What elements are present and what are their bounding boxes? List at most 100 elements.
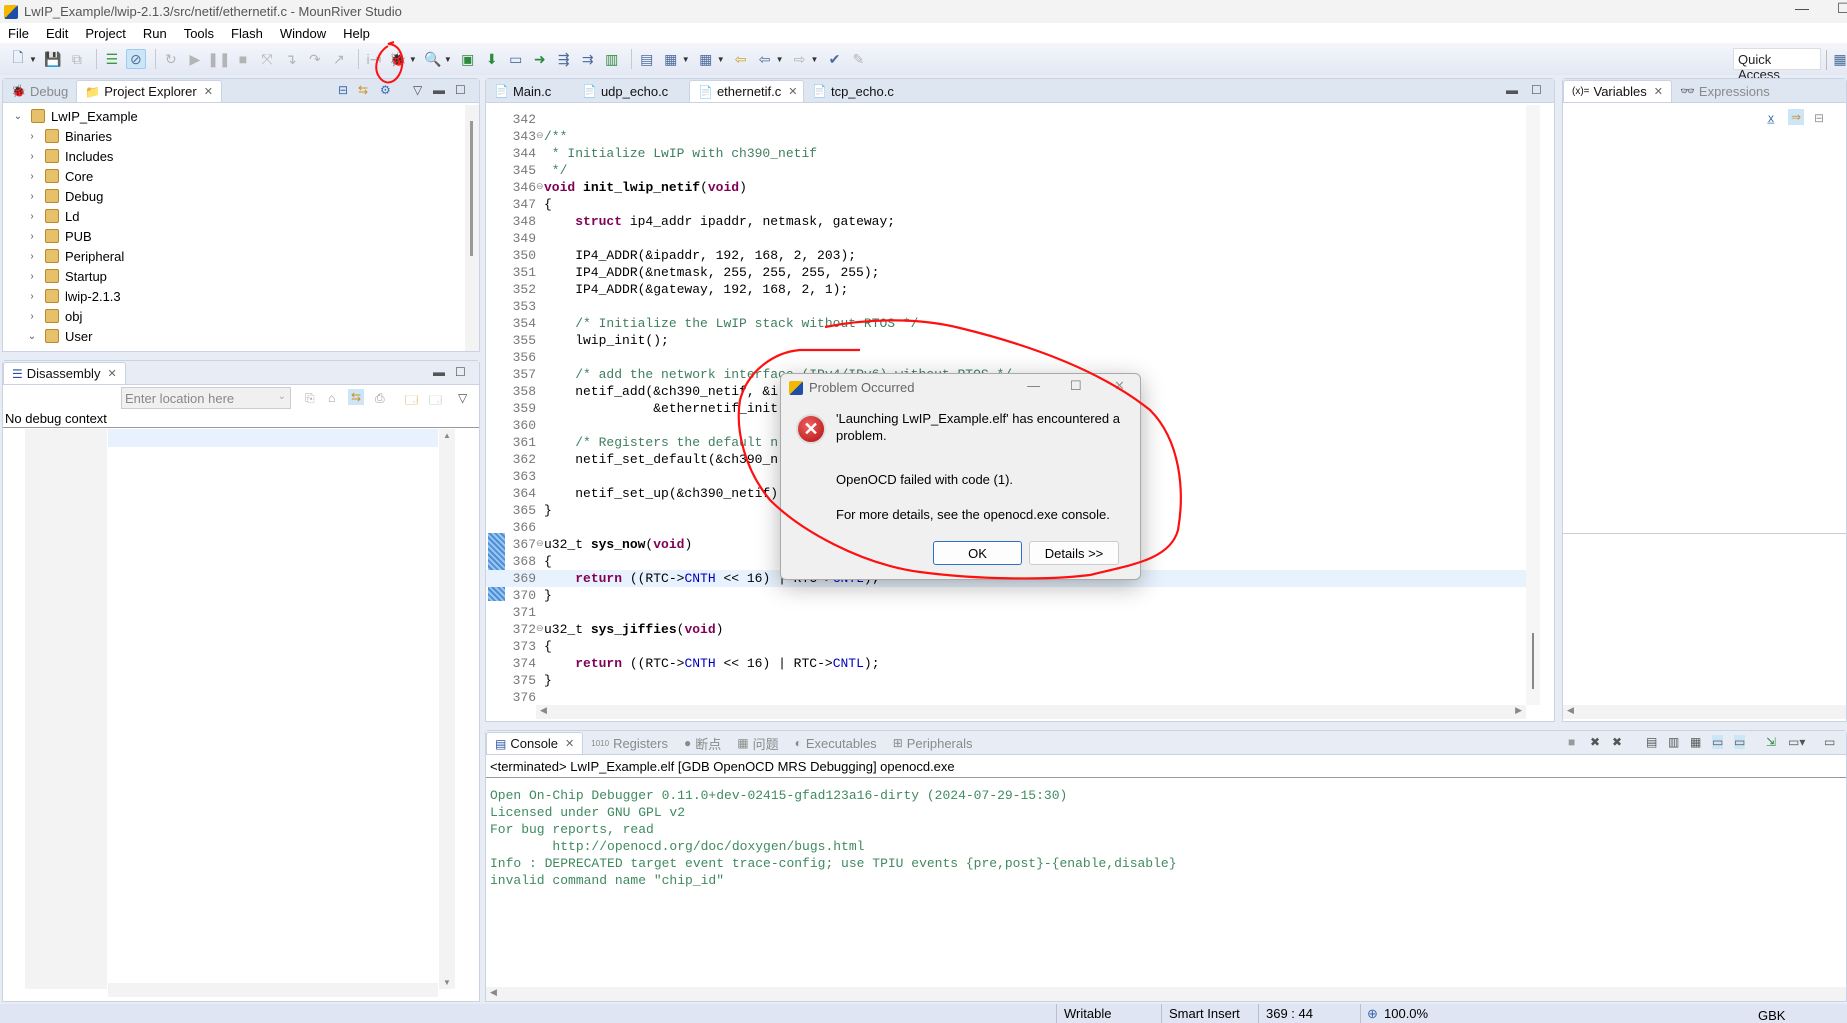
scroll-lock-icon[interactable]: ▥ — [1668, 735, 1679, 749]
tab-problems[interactable]: ▦ 问题 — [729, 732, 786, 754]
chevron-down-icon[interactable]: ⌄ — [25, 331, 39, 342]
step-over-icon[interactable]: ↷ — [305, 49, 325, 69]
terminal-icon[interactable]: ▭ — [506, 49, 526, 69]
scrollbar[interactable] — [465, 105, 479, 351]
check-icon[interactable]: ✔ — [824, 49, 844, 69]
menu-tools[interactable]: Tools — [184, 26, 214, 41]
code-line[interactable]: 345 */ — [486, 162, 1540, 179]
tab-udp-echo-c[interactable]: 📄 udp_echo.c — [574, 80, 689, 102]
vertical-scrollbar[interactable]: ▲ ▼ — [439, 429, 455, 989]
ok-button[interactable]: OK — [933, 541, 1022, 565]
pin-console-icon[interactable]: ⇲ — [1766, 735, 1776, 749]
chevron-down-icon[interactable]: ⌄ — [11, 111, 25, 122]
tab-console[interactable]: ▤ Console ✕ — [486, 732, 584, 754]
maximize-icon[interactable]: ☐ — [455, 83, 466, 97]
tree-item[interactable]: › Debug — [25, 186, 103, 206]
horizontal-scrollbar[interactable]: ◀ ▶ — [536, 705, 1526, 719]
menu-project[interactable]: Project — [85, 26, 125, 41]
code-line[interactable]: 374 return ((RTC->CNTH << 16) | RTC->CNT… — [486, 655, 1540, 672]
terminate-icon[interactable]: ■ — [1568, 735, 1575, 749]
chevron-right-icon[interactable]: › — [25, 211, 39, 222]
code-line[interactable]: 349 — [486, 230, 1540, 247]
maximize-button[interactable]: ☐ — [1070, 378, 1082, 394]
collapse-all-icon[interactable]: ⊟ — [338, 83, 348, 97]
fold-icon[interactable]: ⊖ — [536, 536, 544, 553]
new-icon[interactable]: 🗋 — [8, 49, 28, 69]
debug-dropdown[interactable]: ▼ — [409, 55, 417, 64]
code-line[interactable]: 354 /* Initialize the LwIP stack without… — [486, 315, 1540, 332]
tab-expressions[interactable]: 👓 Expressions — [1672, 80, 1778, 102]
tab-executables[interactable]: ◐ Executables — [787, 732, 885, 754]
remove-launch-icon[interactable]: ✖ — [1590, 735, 1600, 749]
location-input[interactable]: Enter location here ⌄ — [121, 387, 291, 409]
tab-disassembly[interactable]: ☰ Disassembly ✕ — [3, 362, 126, 384]
code-line[interactable]: 376 — [486, 689, 1540, 706]
maximize-button[interactable]: ☐ — [1837, 0, 1847, 17]
details-button[interactable]: Details >> — [1029, 541, 1119, 565]
horizontal-scrollbar[interactable]: ◀ — [1563, 705, 1846, 719]
chevron-down-icon[interactable]: ⌄ — [278, 391, 286, 402]
save-icon[interactable]: 💾 — [43, 49, 63, 69]
tab-peripherals[interactable]: ⊞ Peripherals — [885, 732, 981, 754]
show-types-icon[interactable]: x̲ — [1768, 111, 1774, 125]
code-line[interactable]: 347 { — [486, 196, 1540, 213]
forward-dropdown[interactable]: ▼ — [811, 55, 819, 64]
save-all-icon[interactable]: ⧉ — [67, 49, 87, 69]
layers-icon[interactable]: ☰ — [102, 49, 122, 69]
relaunch-icon[interactable]: ↻ — [161, 49, 181, 69]
download-icon[interactable]: ⬇ — [482, 49, 502, 69]
tab-registers[interactable]: 1010 Registers — [583, 732, 676, 754]
chevron-right-icon[interactable]: › — [25, 231, 39, 242]
horizontal-scrollbar[interactable]: ◀ — [486, 987, 1846, 1001]
view-menu-icon[interactable]: ▽ — [413, 83, 422, 97]
chevron-right-icon[interactable]: › — [25, 251, 39, 262]
code-line[interactable]: 371 — [486, 604, 1540, 621]
step-into-icon[interactable]: ↴ — [281, 49, 301, 69]
maximize-icon[interactable]: ☐ — [455, 365, 466, 379]
minimize-button[interactable]: — — [1027, 378, 1040, 393]
code-line[interactable]: 353 — [486, 298, 1540, 315]
code-line[interactable]: 375} — [486, 672, 1540, 689]
pin-icon[interactable]: ✎ — [848, 49, 868, 69]
instruction-step-icon[interactable]: i⇥ — [364, 49, 384, 69]
quick-access-input[interactable]: Quick Access — [1733, 48, 1821, 82]
tree-item[interactable]: › Includes — [25, 146, 113, 166]
tree-item[interactable]: › Peripheral — [25, 246, 124, 266]
code-line[interactable]: 343 ⊖/** — [486, 128, 1540, 145]
perspective-icon[interactable]: ▦ — [1830, 49, 1847, 69]
maximize-icon[interactable]: ☐ — [1531, 83, 1542, 97]
back-dropdown[interactable]: ▼ — [776, 55, 784, 64]
close-icon[interactable]: ✕ — [107, 367, 116, 380]
remove-all-icon[interactable]: ✖ — [1612, 735, 1622, 749]
tree-item[interactable]: › PUB — [25, 226, 91, 246]
disconnect-icon[interactable]: ⤧ — [257, 49, 277, 69]
tab-variables[interactable]: (x)= Variables ✕ — [1563, 80, 1672, 102]
clear-console-icon[interactable]: ▤ — [1646, 735, 1657, 749]
tab-debug[interactable]: 🐞 Debug — [3, 80, 76, 102]
collapse-all-icon[interactable]: ⊟ — [1814, 111, 1824, 125]
close-icon[interactable]: ✕ — [1654, 85, 1663, 98]
pin-icon[interactable]: 🗔 — [429, 391, 442, 412]
view-menu-icon[interactable]: ▽ — [458, 391, 467, 405]
tree-item[interactable]: ⌄ User — [25, 326, 93, 346]
chevron-right-icon[interactable]: › — [25, 271, 39, 282]
show-on-error-icon[interactable]: ▭ — [1734, 735, 1746, 749]
tree-item[interactable]: › lwip-2.1.3 — [25, 286, 120, 306]
code-line[interactable]: 370} — [486, 587, 1540, 604]
step-return-icon[interactable]: ↗ — [329, 49, 349, 69]
show-logical-icon[interactable]: ⇒ — [1788, 109, 1805, 125]
search-dropdown[interactable]: ▼ — [444, 55, 452, 64]
search-icon[interactable]: 🔍 — [423, 49, 443, 69]
code-line[interactable]: 356 — [486, 349, 1540, 366]
word-wrap-icon[interactable]: ▦ — [1690, 735, 1701, 749]
suspend-icon[interactable]: ❚❚ — [207, 49, 230, 69]
window-icon[interactable]: ▦ — [696, 49, 716, 69]
tab-breakpoints[interactable]: ● 断点 — [676, 732, 729, 754]
display-console-icon[interactable]: ▭▾ — [1788, 735, 1805, 749]
link-editor-icon[interactable]: ⇆ — [358, 83, 368, 97]
refresh-icon[interactable]: ⎙ — [375, 391, 385, 406]
tool-icon[interactable]: ⇉ — [578, 49, 598, 69]
close-icon[interactable]: ✕ — [204, 85, 213, 98]
show-on-output-icon[interactable]: ▭ — [1712, 735, 1724, 749]
close-icon[interactable]: ✕ — [788, 85, 797, 98]
